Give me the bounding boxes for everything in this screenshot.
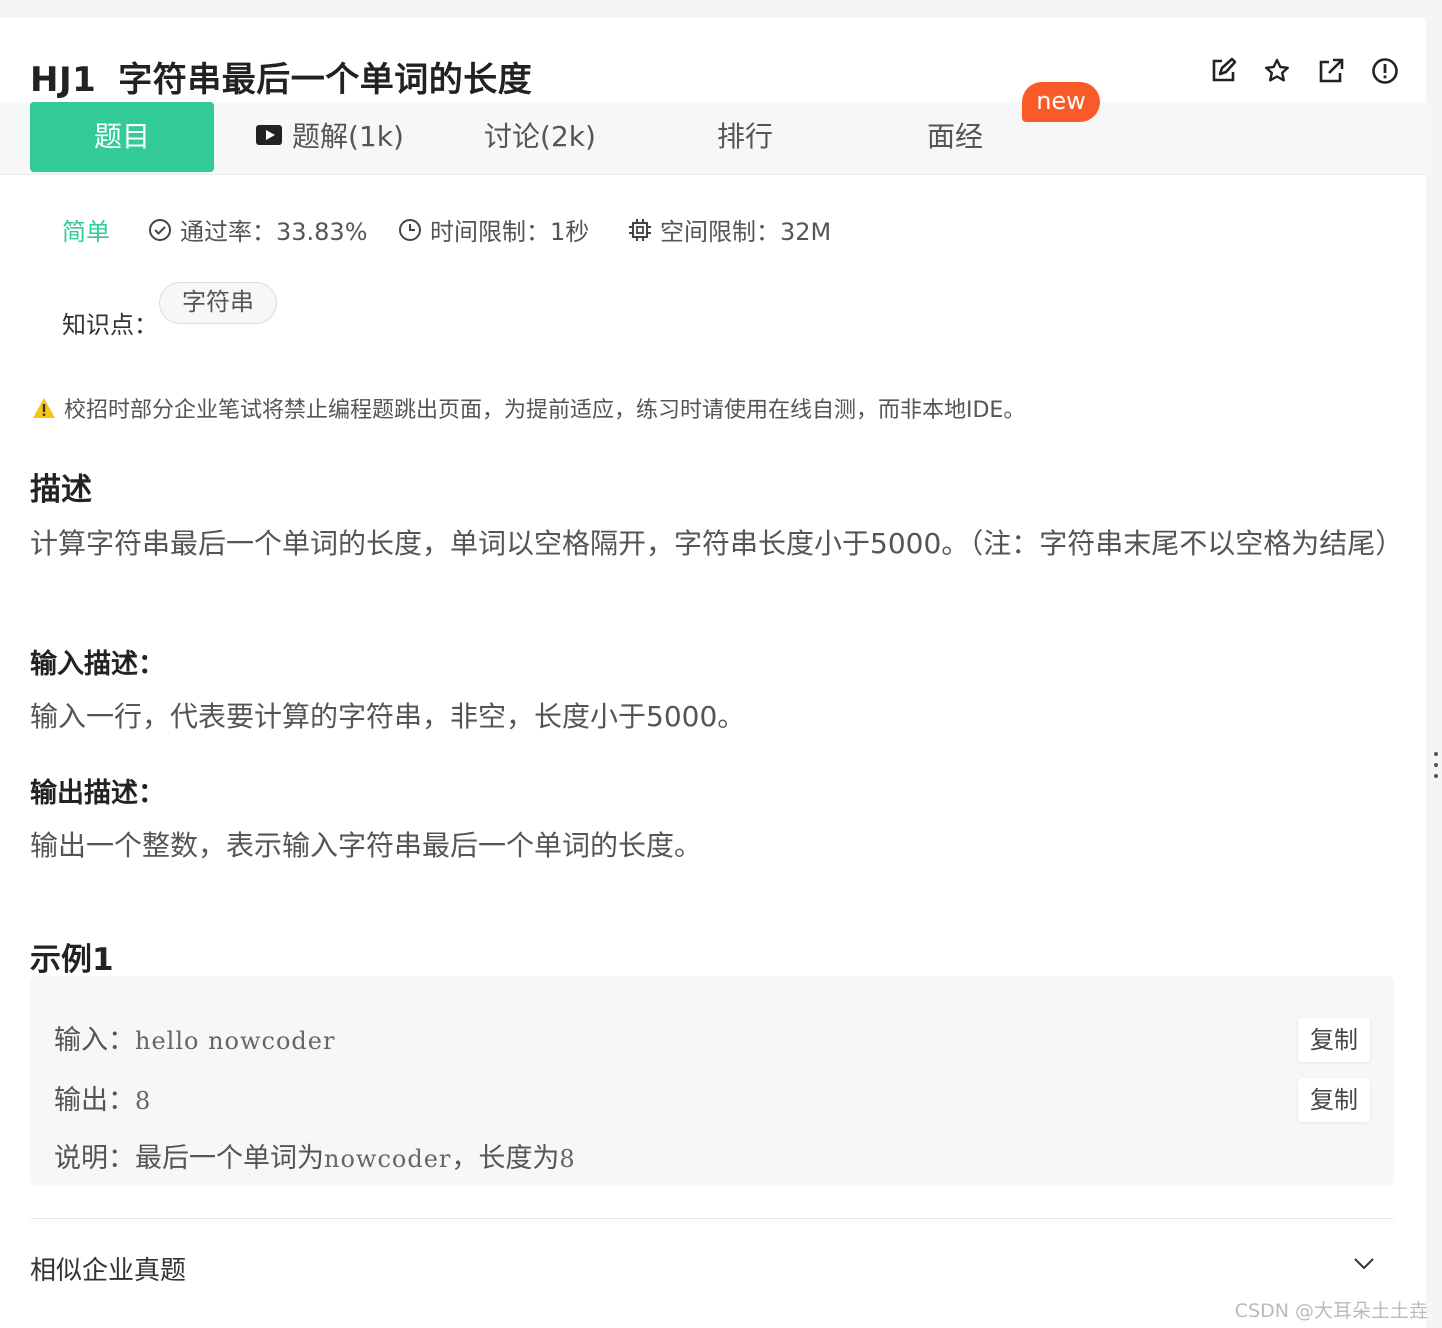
check-circle-icon bbox=[149, 218, 171, 241]
output-desc-heading: 输出描述： bbox=[30, 778, 165, 809]
time-limit: 时间限制：1秒 bbox=[398, 212, 589, 247]
output-desc-text: 输出一个整数，表示输入字符串最后一个单词的长度。 bbox=[30, 829, 703, 862]
resize-handle[interactable] bbox=[1434, 752, 1440, 785]
tab-discussion[interactable]: 讨论(2k) bbox=[460, 102, 620, 172]
example-output: 输出：8 bbox=[54, 1078, 151, 1117]
example-output-value[interactable]: 8 bbox=[135, 1087, 151, 1115]
time-limit-text: 时间限制：1秒 bbox=[430, 218, 590, 246]
new-badge: new bbox=[1022, 82, 1100, 122]
warning-notice: 校招时部分企业笔试将禁止编程题跳出页面，为提前适应，练习时请使用在线自测，而非本… bbox=[32, 392, 1025, 424]
example-heading: 示例1 bbox=[30, 942, 114, 978]
title-bar: HJ1 字符串最后一个单词的长度 bbox=[30, 52, 1412, 102]
example-box: 输入：hello nowcoder 复制 输出：8 复制 说明：最后一个单词为n… bbox=[30, 976, 1394, 1186]
similar-problems-title[interactable]: 相似企业真题 bbox=[30, 1250, 186, 1287]
problem-code: HJ1 bbox=[30, 60, 97, 100]
clock-icon bbox=[399, 218, 421, 241]
example-note: 说明：最后一个单词为nowcoder，长度为8 bbox=[54, 1136, 576, 1175]
edit-icon[interactable] bbox=[1208, 56, 1238, 86]
input-desc-text: 输入一行，代表要计算的字符串，非空，长度小于5000。 bbox=[30, 700, 746, 733]
tab-problem[interactable]: 题目 bbox=[30, 102, 214, 172]
copy-output-button[interactable]: 复制 bbox=[1298, 1078, 1370, 1122]
warning-text: 校招时部分企业笔试将禁止编程题跳出页面，为提前适应，练习时请使用在线自测，而非本… bbox=[64, 398, 1026, 423]
tab-solutions-label: 题解(1k) bbox=[292, 120, 404, 153]
pass-rate-text: 通过率：33.83% bbox=[180, 218, 368, 246]
difficulty-label: 简单 bbox=[62, 218, 110, 246]
divider bbox=[30, 1218, 1394, 1219]
knowledge-label: 知识点： bbox=[62, 311, 158, 339]
example-input-label: 输入： bbox=[54, 1025, 135, 1056]
chip-icon bbox=[629, 218, 651, 241]
toolbar-icons bbox=[1208, 56, 1400, 86]
knowledge-tag[interactable]: 字符串 bbox=[159, 282, 277, 324]
example-input-value[interactable]: hello nowcoder bbox=[135, 1027, 335, 1055]
pass-rate: 通过率：33.83% bbox=[148, 212, 368, 247]
memory-limit: 空间限制：32M bbox=[628, 212, 831, 247]
star-icon[interactable] bbox=[1262, 56, 1292, 86]
example-note-code1: nowcoder bbox=[324, 1145, 452, 1173]
copy-input-button[interactable]: 复制 bbox=[1298, 1018, 1370, 1062]
description-heading: 描述 bbox=[30, 472, 92, 508]
example-output-label: 输出： bbox=[54, 1085, 135, 1116]
input-desc-heading: 输入描述： bbox=[30, 649, 165, 680]
example-note-text2: ，长度为 bbox=[451, 1143, 560, 1174]
memory-limit-text: 空间限制：32M bbox=[660, 218, 832, 246]
report-icon[interactable] bbox=[1370, 56, 1400, 86]
video-icon bbox=[256, 125, 283, 145]
share-icon[interactable] bbox=[1316, 56, 1346, 86]
tab-solutions[interactable]: 题解(1k) bbox=[240, 102, 420, 172]
warning-icon bbox=[33, 398, 55, 418]
watermark: CSDN @大耳朵土土垚 bbox=[1234, 1300, 1428, 1322]
example-note-code2: 8 bbox=[559, 1145, 576, 1173]
page-title: HJ1 字符串最后一个单词的长度 bbox=[30, 52, 532, 101]
description-text: 计算字符串最后一个单词的长度，单词以空格隔开，字符串长度小于5000。（注：字符… bbox=[30, 527, 1404, 560]
problem-title: 字符串最后一个单词的长度 bbox=[118, 60, 533, 100]
chevron-down-icon[interactable] bbox=[1352, 1256, 1376, 1272]
example-note-label: 说明： bbox=[54, 1143, 135, 1174]
tab-bar: 题目 题解(1k) 讨论(2k) 排行 面经 bbox=[0, 102, 1426, 175]
example-input: 输入：hello nowcoder bbox=[54, 1018, 335, 1057]
tab-interview[interactable]: 面经 bbox=[900, 102, 1010, 172]
tab-ranking[interactable]: 排行 bbox=[690, 102, 800, 172]
example-note-text1: 最后一个单词为 bbox=[135, 1143, 324, 1174]
